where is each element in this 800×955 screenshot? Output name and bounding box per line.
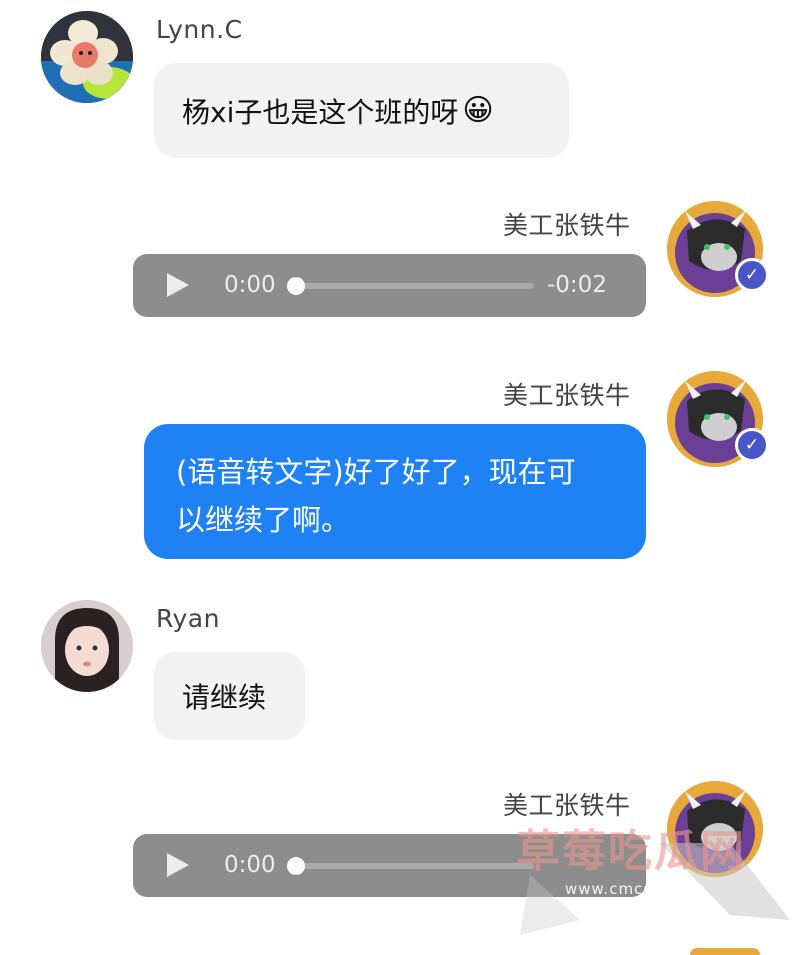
portrait-avatar-image	[41, 600, 133, 692]
audio-progress-track[interactable]	[296, 283, 534, 289]
play-icon[interactable]	[167, 853, 189, 877]
verified-badge-icon: ✓	[735, 258, 769, 292]
verified-badge-icon: ✓	[735, 428, 769, 462]
message-text-line: 以继续了啊。	[176, 503, 351, 537]
audio-scrubber-knob[interactable]	[287, 857, 305, 875]
sender-name-lynn: Lynn.C	[156, 15, 243, 44]
audio-remaining-time: -0:02	[547, 272, 607, 298]
voice-message-player[interactable]: 0:00 -0:02	[133, 254, 646, 317]
play-icon[interactable]	[167, 273, 189, 297]
watermark-title: 草莓吃瓜网	[516, 826, 746, 877]
message-bubble-ryan[interactable]: 请继续	[154, 652, 305, 740]
avatar-ryan[interactable]	[41, 600, 133, 692]
flower-plush-avatar-image	[41, 11, 133, 103]
avatar-partial	[690, 948, 760, 955]
message-text-line: (语音转文字)好了好了，现在可	[176, 455, 576, 489]
message-text-lynn: 杨xi子也是这个班的呀	[182, 95, 459, 129]
sender-name-tieniu: 美工张铁牛	[503, 211, 631, 240]
audio-elapsed-time: 0:00	[224, 852, 276, 878]
sender-name-ryan: Ryan	[156, 604, 220, 633]
audio-progress-track[interactable]	[296, 863, 534, 869]
message-bubble-lynn[interactable]: 杨xi子也是这个班的呀 😀	[154, 63, 569, 158]
sender-name-tieniu: 美工张铁牛	[503, 381, 631, 410]
audio-elapsed-time: 0:00	[224, 272, 276, 298]
message-bubble-transcript[interactable]: (语音转文字)好了好了，现在可 以继续了啊。	[144, 424, 646, 559]
audio-scrubber-knob[interactable]	[287, 277, 305, 295]
grinning-face-emoji-icon: 😀	[462, 93, 494, 128]
avatar-lynn[interactable]	[41, 11, 133, 103]
message-text-ryan: 请继续	[182, 681, 267, 714]
watermark-url: www.cmcgw.com	[565, 880, 707, 898]
